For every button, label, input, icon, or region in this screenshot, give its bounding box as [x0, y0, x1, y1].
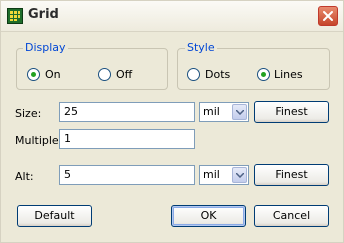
- alt-unit-value: mil: [203, 168, 220, 181]
- style-lines-radio[interactable]: [257, 68, 270, 81]
- multiple-label: Multiple:: [15, 134, 63, 147]
- display-on-radio[interactable]: [27, 68, 40, 81]
- alt-input[interactable]: 5: [59, 165, 195, 185]
- style-group-label: Style: [185, 41, 217, 54]
- display-on-label[interactable]: On: [45, 68, 61, 81]
- chevron-down-icon: [236, 173, 244, 178]
- default-button[interactable]: Default: [17, 205, 92, 227]
- display-off-radio[interactable]: [98, 68, 111, 81]
- alt-finest-label: Finest: [275, 168, 308, 181]
- window-title: Grid: [28, 7, 59, 22]
- title-bar[interactable]: Grid: [1, 1, 343, 32]
- default-button-label: Default: [34, 209, 75, 222]
- size-input[interactable]: 25: [59, 102, 195, 122]
- size-finest-label: Finest: [275, 105, 308, 118]
- size-unit-value: mil: [203, 105, 220, 118]
- display-group-label: Display: [23, 41, 68, 54]
- alt-finest-button[interactable]: Finest: [254, 164, 329, 186]
- alt-unit-dropdown-button[interactable]: [232, 167, 247, 183]
- style-lines-label[interactable]: Lines: [274, 68, 303, 81]
- multiple-input[interactable]: 1: [59, 129, 195, 149]
- size-finest-button[interactable]: Finest: [254, 101, 329, 123]
- size-label: Size:: [15, 107, 42, 120]
- ok-button-label: OK: [200, 209, 217, 222]
- ok-button[interactable]: OK: [171, 205, 246, 227]
- alt-unit-select[interactable]: mil: [199, 165, 249, 185]
- grid-app-icon: [7, 8, 23, 24]
- size-unit-dropdown-button[interactable]: [232, 104, 247, 120]
- style-dots-label[interactable]: Dots: [205, 68, 230, 81]
- grid-dialog: Grid Display On Off Style Dots Lines Siz…: [0, 0, 344, 243]
- close-button[interactable]: [318, 6, 338, 26]
- cancel-button[interactable]: Cancel: [254, 205, 329, 227]
- chevron-down-icon: [236, 110, 244, 115]
- alt-label: Alt:: [15, 170, 34, 183]
- style-dots-radio[interactable]: [187, 68, 200, 81]
- cancel-button-label: Cancel: [272, 209, 311, 222]
- close-icon: [323, 11, 333, 21]
- style-group: Style: [177, 41, 330, 90]
- display-group: Display: [16, 41, 168, 90]
- size-unit-select[interactable]: mil: [199, 102, 249, 122]
- display-off-label[interactable]: Off: [116, 68, 132, 81]
